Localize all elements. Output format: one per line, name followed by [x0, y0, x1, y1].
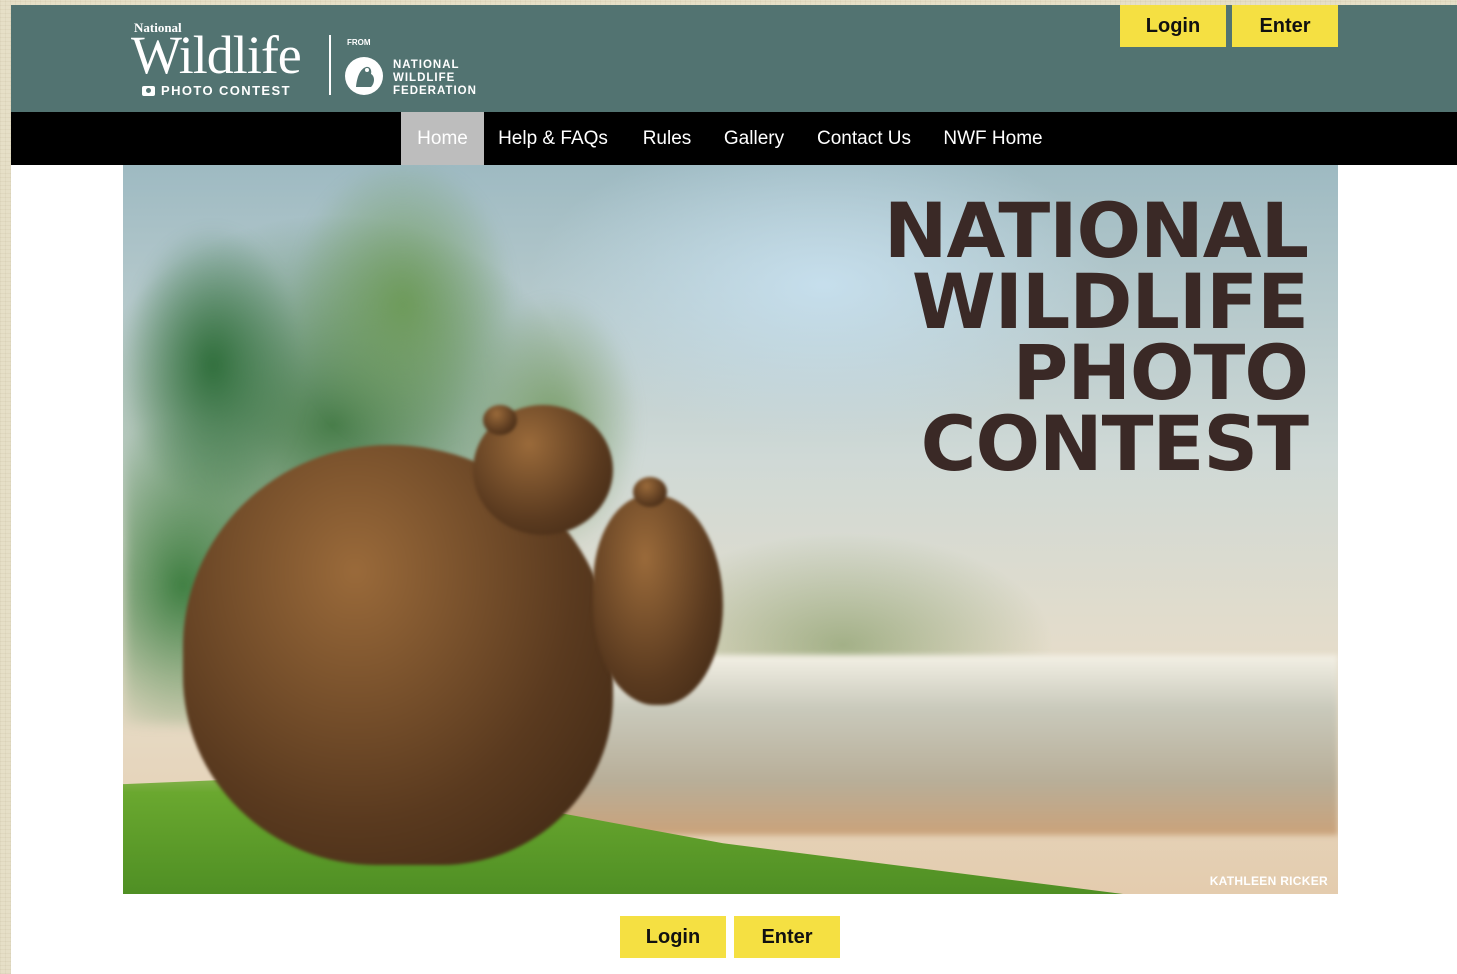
- logo-photo-contest: PHOTO CONTEST: [142, 83, 291, 98]
- nav-gallery[interactable]: Gallery: [717, 112, 791, 165]
- logo-divider: [329, 35, 331, 95]
- hero-title-line: NATIONAL: [883, 186, 1309, 275]
- hero-title-line: WILDLIFE: [911, 257, 1309, 346]
- site-header: National Wildlife PHOTO CONTEST FROM NAT…: [11, 5, 1457, 112]
- bear-ear: [483, 405, 517, 435]
- hero-title: NATIONAL WILDLIFE PHOTO CONTEST: [883, 186, 1309, 488]
- logo-photo-contest-text: PHOTO CONTEST: [161, 83, 291, 98]
- nwf-emblem-icon: [345, 57, 383, 95]
- header-login-button[interactable]: Login: [1120, 5, 1226, 47]
- login-button[interactable]: Login: [620, 916, 726, 958]
- bear-adult-head: [593, 495, 723, 705]
- logo-wildlife-text: Wildlife: [131, 25, 302, 85]
- hero-title-line: PHOTO: [1012, 328, 1309, 417]
- nav-help-faqs[interactable]: Help & FAQs: [492, 112, 614, 165]
- camera-icon: [142, 85, 155, 96]
- logo-from-text: FROM: [347, 38, 371, 47]
- bear-ear: [633, 477, 667, 507]
- nav-home[interactable]: Home: [401, 112, 484, 165]
- page: National Wildlife PHOTO CONTEST FROM NAT…: [11, 5, 1457, 974]
- hero-title-line: CONTEST: [920, 399, 1309, 488]
- nwf-line-federation: FEDERATION: [393, 85, 477, 97]
- nwf-logo-text: NATIONAL WILDLIFE FEDERATION: [393, 59, 477, 98]
- hero-banner: NATIONAL WILDLIFE PHOTO CONTEST KATHLEEN…: [123, 165, 1338, 894]
- header-enter-button[interactable]: Enter: [1232, 5, 1338, 47]
- nav-nwf-home[interactable]: NWF Home: [937, 112, 1049, 165]
- nwf-line-wildlife: WILDLIFE: [393, 72, 456, 84]
- wildlife-photo-contest-logo[interactable]: National Wildlife PHOTO CONTEST FROM NAT…: [131, 17, 501, 103]
- photo-credit: KATHLEEN RICKER: [1209, 874, 1328, 888]
- nav-contact-us[interactable]: Contact Us: [811, 112, 917, 165]
- nwf-line-national: NATIONAL: [393, 59, 460, 71]
- enter-button[interactable]: Enter: [734, 916, 840, 958]
- main-navigation: Home Help & FAQs Rules Gallery Contact U…: [11, 112, 1457, 165]
- nav-rules[interactable]: Rules: [633, 112, 701, 165]
